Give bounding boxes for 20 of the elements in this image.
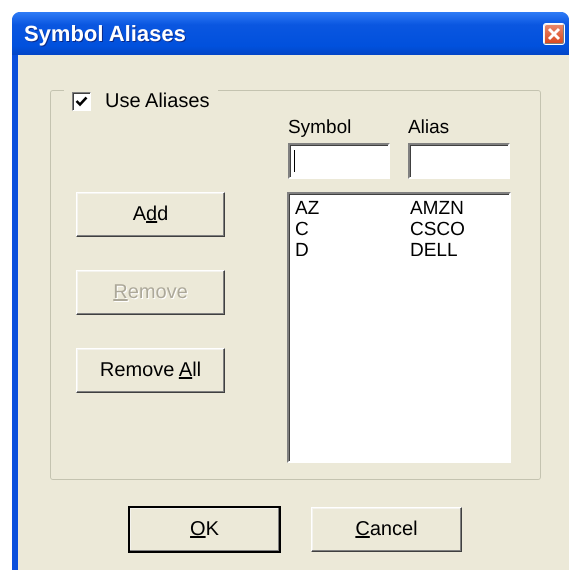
cancel-button[interactable]: Cancel bbox=[311, 507, 462, 552]
window-title: Symbol Aliases bbox=[24, 20, 186, 46]
symbol-text: AZ bbox=[295, 198, 320, 219]
close-button[interactable] bbox=[543, 22, 565, 44]
alias-list[interactable]: AZ AMZN C CSCO D DELL bbox=[287, 192, 511, 463]
symbol-text: D bbox=[295, 240, 310, 261]
symbol-text: C bbox=[295, 219, 310, 240]
alias-text: DELL bbox=[410, 240, 458, 261]
checkbox[interactable] bbox=[72, 92, 91, 111]
field-label: Alias bbox=[408, 117, 450, 139]
input-field[interactable] bbox=[408, 143, 510, 179]
alias-text: AMZN bbox=[410, 198, 464, 219]
remove-all-button[interactable]: Remove All bbox=[76, 348, 225, 393]
input-field[interactable] bbox=[288, 143, 390, 179]
ok-button[interactable]: OK bbox=[129, 507, 280, 552]
alias-text: CSCO bbox=[410, 219, 465, 240]
close-icon bbox=[547, 26, 561, 40]
add-button[interactable]: Add bbox=[76, 192, 225, 237]
field-label: Symbol bbox=[288, 117, 352, 139]
check-icon bbox=[75, 95, 88, 108]
